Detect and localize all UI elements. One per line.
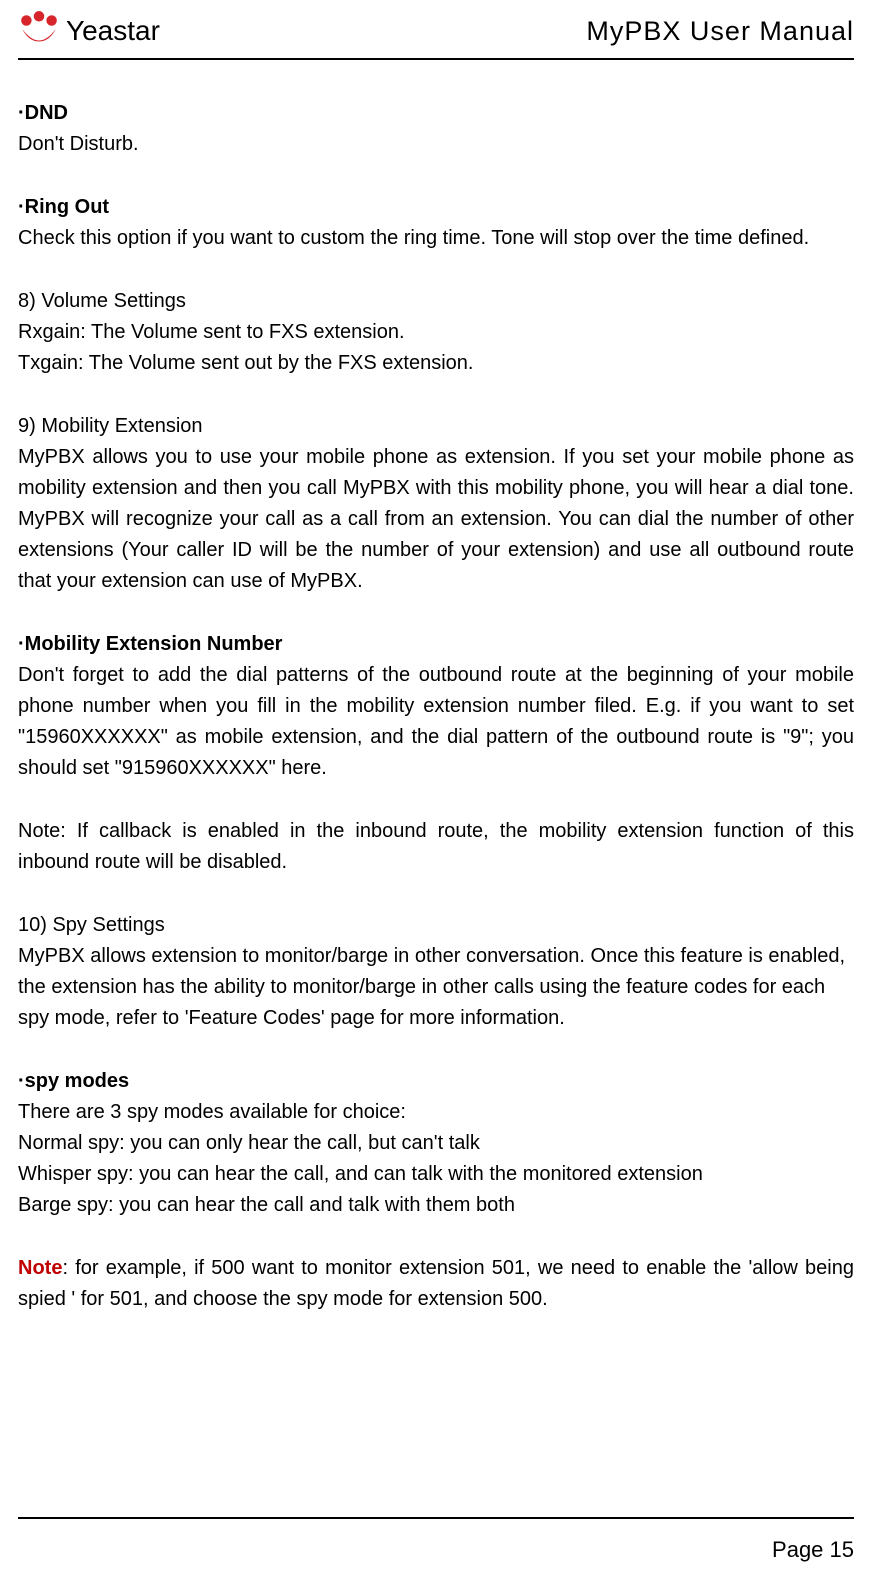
mobility-number-note: Note: If callback is enabled in the inbo… [18, 816, 854, 878]
document-page: Yeastar MyPBX User Manual ·DND Don't Dis… [0, 0, 872, 1581]
page-number: Page 15 [18, 1537, 854, 1563]
volume-txgain: Txgain: The Volume sent out by the FXS e… [18, 348, 854, 379]
note-label: Note [18, 1257, 62, 1279]
mobility-extension-heading: 9) Mobility Extension [18, 411, 854, 442]
brand-name: Yeastar [66, 15, 160, 47]
note-body: : for example, if 500 want to monitor ex… [18, 1257, 854, 1310]
spy-settings-heading: 10) Spy Settings [18, 910, 854, 941]
ring-out-heading: ·Ring Out [18, 192, 854, 223]
mobility-extension-description: MyPBX allows you to use your mobile phon… [18, 442, 854, 597]
page-footer: Page 15 [18, 1517, 854, 1563]
brand-logo: Yeastar [18, 10, 160, 52]
page-header: Yeastar MyPBX User Manual [18, 0, 854, 56]
spy-note: Note: for example, if 500 want to monito… [18, 1253, 854, 1315]
volume-rxgain: Rxgain: The Volume sent to FXS extension… [18, 317, 854, 348]
document-title: MyPBX User Manual [586, 16, 854, 47]
volume-settings-heading: 8) Volume Settings [18, 286, 854, 317]
mobility-number-description: Don't forget to add the dial patterns of… [18, 660, 854, 784]
document-body: ·DND Don't Disturb. ·Ring Out Check this… [18, 98, 854, 1315]
footer-divider [18, 1517, 854, 1519]
ring-out-description: Check this option if you want to custom … [18, 223, 854, 254]
spy-mode-barge: Barge spy: you can hear the call and tal… [18, 1190, 854, 1221]
header-divider [18, 58, 854, 60]
dnd-heading: ·DND [18, 98, 854, 129]
dnd-description: Don't Disturb. [18, 129, 854, 160]
yeastar-logo-icon [18, 10, 60, 52]
mobility-number-heading: ·Mobility Extension Number [18, 629, 854, 660]
spy-modes-intro: There are 3 spy modes available for choi… [18, 1097, 854, 1128]
spy-modes-heading: ·spy modes [18, 1066, 854, 1097]
spy-mode-normal: Normal spy: you can only hear the call, … [18, 1128, 854, 1159]
spy-mode-whisper: Whisper spy: you can hear the call, and … [18, 1159, 854, 1190]
spy-settings-description: MyPBX allows extension to monitor/barge … [18, 941, 854, 1034]
